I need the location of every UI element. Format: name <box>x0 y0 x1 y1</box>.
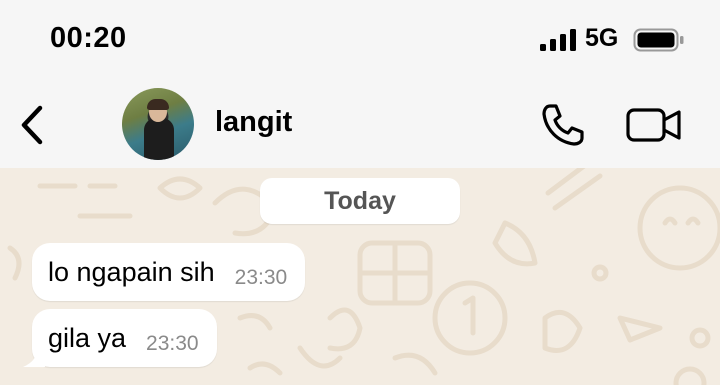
signal-icon <box>540 29 576 51</box>
chat-header: langit <box>0 80 720 168</box>
message-time: 23:30 <box>146 332 199 355</box>
date-separator: Today <box>260 178 460 224</box>
battery-icon <box>633 28 684 52</box>
contact-name[interactable]: langit <box>215 106 292 139</box>
chevron-left-icon[interactable] <box>18 104 48 146</box>
video-camera-icon[interactable] <box>626 106 682 144</box>
avatar-hair <box>147 99 169 110</box>
network-type: 5G <box>585 24 619 52</box>
bubble-tail <box>23 349 45 367</box>
message-text: lo ngapain sih <box>48 256 215 287</box>
status-time: 00:20 <box>50 22 127 54</box>
avatar-person <box>144 118 174 160</box>
message-bubble[interactable]: lo ngapain sih 23:30 <box>32 243 306 301</box>
chat-area[interactable]: Today lo ngapain sih 23:30 gila ya 23:30 <box>0 168 720 385</box>
phone-icon[interactable] <box>540 102 586 148</box>
message-text: gila ya <box>48 322 127 353</box>
message-bubble[interactable]: gila ya 23:30 <box>23 309 217 367</box>
message-time: 23:30 <box>234 266 288 289</box>
status-bar: 00:20 5G <box>0 0 720 80</box>
avatar[interactable] <box>122 88 194 160</box>
